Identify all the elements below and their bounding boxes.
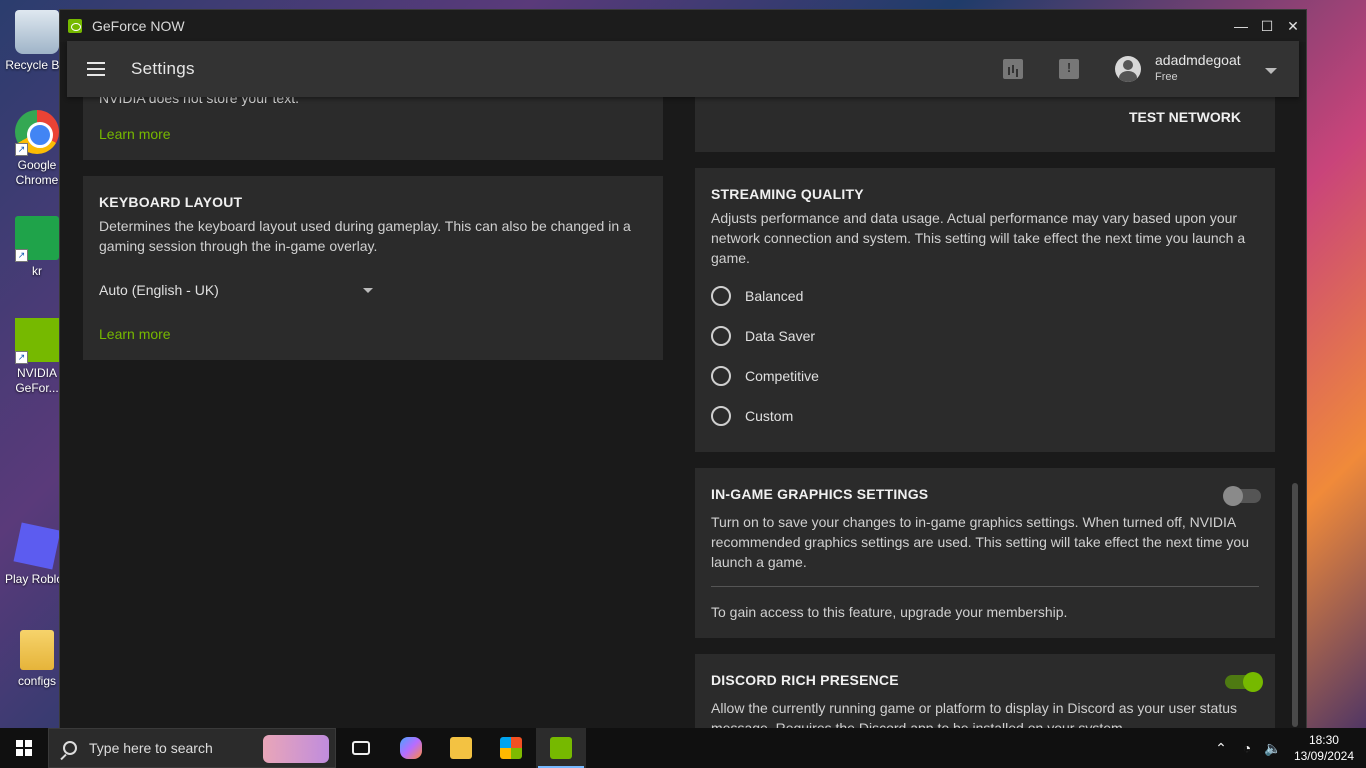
date: 13/09/2024 (1293, 749, 1354, 763)
taskbar-search[interactable]: Type here to search (48, 728, 336, 768)
scrollbar-thumb[interactable] (1292, 483, 1298, 727)
streaming-quality-description: Adjusts performance and data usage. Actu… (711, 210, 1246, 266)
store-icon (500, 737, 522, 759)
chevron-down-icon[interactable] (1265, 68, 1277, 74)
in-game-graphics-card: IN-GAME GRAPHICS SETTINGS Turn on to sav… (695, 468, 1275, 638)
recycle-bin-icon (15, 10, 59, 54)
microsoft-store-button[interactable] (486, 728, 536, 768)
taskbar: Type here to search ⌃ ◔ 🔈 18:30 13/09/20… (0, 728, 1366, 768)
shortcut-arrow-icon: ↗ (15, 249, 28, 262)
discord-description: Allow the currently running game or plat… (711, 700, 1238, 728)
radio-label: Data Saver (745, 328, 816, 344)
radio-option-competitive[interactable]: Competitive (711, 356, 819, 396)
app-header: Settings adadmdegoat Free (67, 41, 1299, 97)
keyboard-layout-select[interactable]: Auto (English - UK) (99, 280, 373, 300)
avatar[interactable] (1115, 56, 1141, 82)
page-title: Settings (131, 59, 195, 78)
radio-option-data-saver[interactable]: Data Saver (711, 316, 819, 356)
radio-button-icon (711, 326, 731, 346)
discord-rich-presence-card: DISCORD RICH PRESENCE Allow the currentl… (695, 654, 1275, 728)
keyboard-layout-heading: KEYBOARD LAYOUT (99, 194, 243, 210)
learn-more-link[interactable]: Learn more (99, 126, 171, 142)
minimize-button[interactable]: — (1228, 10, 1254, 42)
dropdown-arrow-icon (363, 288, 373, 293)
streaming-quality-heading: STREAMING QUALITY (711, 186, 864, 202)
task-view-button[interactable] (336, 728, 386, 768)
user-name: adadmdegoat (1155, 52, 1241, 68)
user-tier: Free (1155, 71, 1178, 83)
chevron-up-icon[interactable]: ⌃ (1208, 740, 1234, 757)
menu-icon[interactable] (87, 62, 105, 76)
kr-app-icon: ↗ (15, 216, 59, 262)
scrollbar[interactable] (1292, 97, 1298, 728)
search-placeholder: Type here to search (89, 740, 213, 756)
stats-icon[interactable] (1003, 59, 1023, 79)
discord-heading: DISCORD RICH PRESENCE (711, 672, 899, 688)
learn-more-link[interactable]: Learn more (99, 326, 171, 342)
streaming-quality-card: STREAMING QUALITY Adjusts performance an… (695, 168, 1275, 452)
search-highlight-image (263, 735, 329, 763)
nvidia-logo-icon (68, 19, 82, 33)
search-icon (63, 741, 77, 755)
time: 18:30 (1308, 733, 1339, 747)
task-view-icon (352, 741, 370, 755)
discord-toggle[interactable] (1225, 672, 1263, 692)
feedback-icon[interactable] (1059, 59, 1079, 79)
radio-label: Balanced (745, 288, 804, 304)
maximize-button[interactable]: ☐ (1254, 10, 1280, 42)
geforce-now-taskbar-button[interactable] (536, 728, 586, 768)
window-titlebar[interactable]: GeForce NOW — ☐ ✕ (60, 10, 1306, 42)
radio-button-icon (711, 406, 731, 426)
radio-option-custom[interactable]: Custom (711, 396, 819, 436)
divider (711, 586, 1259, 587)
start-button[interactable] (0, 728, 48, 768)
nvidia-icon: ↗ (15, 318, 59, 364)
nvidia-icon (550, 737, 572, 759)
windows-logo-icon (16, 740, 32, 756)
radio-option-balanced[interactable]: Balanced (711, 276, 819, 316)
chrome-icon: ↗ (15, 110, 59, 156)
copilot-button[interactable] (386, 728, 436, 768)
keyboard-layout-selected: Auto (English - UK) (99, 282, 219, 298)
shortcut-arrow-icon: ↗ (15, 351, 28, 364)
geforce-now-window: GeForce NOW — ☐ ✕ Settings adadmdegoat F… (60, 10, 1306, 728)
system-tray: ⌃ ◔ 🔈 18:30 13/09/2024 (1208, 732, 1366, 764)
window-title: GeForce NOW (92, 18, 185, 34)
keyboard-layout-description: Determines the keyboard layout used duri… (99, 218, 631, 254)
radio-label: Custom (745, 408, 794, 424)
folder-icon (450, 737, 472, 759)
copilot-icon (400, 737, 422, 759)
test-network-button[interactable]: TEST NETWORK (1129, 109, 1241, 125)
file-explorer-button[interactable] (436, 728, 486, 768)
graphics-settings-description: Turn on to save your changes to in-game … (711, 514, 1249, 570)
user-account[interactable]: adadmdegoat Free (1155, 52, 1255, 86)
volume-icon[interactable]: 🔈 (1260, 740, 1286, 757)
keyboard-layout-card: KEYBOARD LAYOUT Determines the keyboard … (83, 176, 663, 360)
clock[interactable]: 18:30 13/09/2024 (1294, 732, 1354, 764)
close-button[interactable]: ✕ (1280, 10, 1306, 42)
streaming-quality-options: Balanced Data Saver Competitive Custom (711, 276, 819, 436)
graphics-settings-toggle[interactable] (1223, 486, 1261, 506)
wifi-icon[interactable]: ◔ (1234, 740, 1260, 756)
radio-button-icon (711, 286, 731, 306)
folder-icon (20, 630, 54, 670)
radio-label: Competitive (745, 368, 819, 384)
shortcut-arrow-icon: ↗ (15, 143, 28, 156)
roblox-icon (13, 522, 61, 570)
graphics-settings-heading: IN-GAME GRAPHICS SETTINGS (711, 486, 929, 502)
radio-button-icon (711, 366, 731, 386)
upgrade-note: To gain access to this feature, upgrade … (711, 604, 1068, 620)
